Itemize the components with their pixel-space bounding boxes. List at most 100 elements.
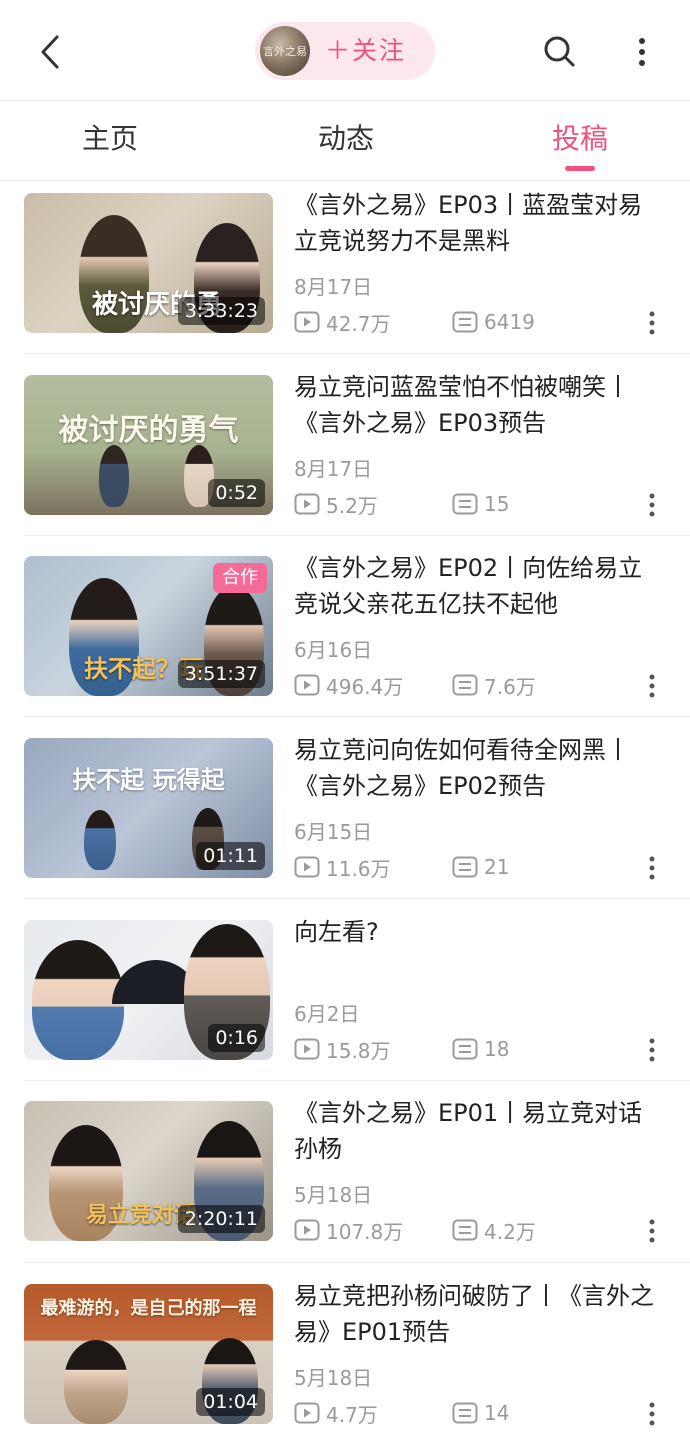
list-divider (24, 716, 690, 717)
comment-icon (452, 856, 478, 878)
more-vertical-icon (649, 674, 655, 698)
tab-dynamics[interactable]: 动态 (314, 117, 378, 161)
comment-count: 7.6万 (452, 671, 536, 699)
search-button[interactable] (538, 30, 582, 74)
video-thumbnail[interactable]: 扶不起 玩得起 01:11 (24, 738, 273, 878)
video-duration: 0:16 (208, 1024, 265, 1052)
more-vertical-icon (649, 1402, 655, 1426)
more-vertical-icon (649, 311, 655, 335)
item-more-button[interactable] (642, 309, 662, 337)
item-more-button[interactable] (642, 672, 662, 700)
search-icon (544, 36, 575, 67)
list-divider (24, 898, 690, 899)
list-divider (24, 353, 690, 354)
play-count-icon (294, 1219, 320, 1241)
view-count-value: 15.8万 (326, 1038, 391, 1063)
play-count-icon (294, 1038, 320, 1060)
video-item[interactable]: 扶不起 玩得起 01:11 易立竞问向佐如何看待全网黑丨《言外之易》EP02预告… (0, 736, 690, 920)
video-thumbnail[interactable]: 被讨厌的勇 3:33:23 (24, 193, 273, 333)
view-count-value: 11.6万 (326, 856, 391, 881)
video-title[interactable]: 《言外之易》EP03丨蓝盈莹对易立竞说努力不是黑料 (294, 187, 664, 259)
list-divider (24, 535, 690, 536)
video-duration: 3:51:37 (177, 660, 265, 688)
video-item[interactable]: 0:16 向左看? 6月2日 15.8万 18 (0, 918, 690, 1102)
item-more-button[interactable] (642, 1217, 662, 1245)
video-title[interactable]: 易立竞问向佐如何看待全网黑丨《言外之易》EP02预告 (294, 732, 664, 804)
view-count: 107.8万 (294, 1216, 403, 1244)
view-count: 42.7万 (294, 308, 391, 336)
video-thumbnail[interactable]: 易立竞对话 2:20:11 (24, 1101, 273, 1241)
video-date: 6月2日 (294, 1002, 360, 1026)
video-thumbnail[interactable]: 被讨厌的勇气 0:52 (24, 375, 273, 515)
video-date: 6月16日 (294, 638, 373, 662)
video-title[interactable]: 向左看? (294, 914, 664, 950)
play-count-icon (294, 856, 320, 878)
comment-icon (452, 311, 478, 333)
video-item[interactable]: 被讨厌的勇气 0:52 易立竞问蓝盈莹怕不怕被嘲笑丨《言外之易》EP03预告 8… (0, 373, 690, 557)
view-count: 11.6万 (294, 853, 391, 881)
tab-home[interactable]: 主页 (78, 117, 142, 161)
comment-icon (452, 1038, 478, 1060)
comment-count: 14 (452, 1399, 509, 1427)
more-options-button[interactable] (626, 30, 658, 74)
comment-count: 6419 (452, 308, 535, 336)
video-thumbnail[interactable]: 最难游的，是自己的那一程 01:04 (24, 1284, 273, 1424)
comment-icon (452, 493, 478, 515)
comment-count: 21 (452, 853, 509, 881)
video-item[interactable]: 易立竞对话 2:20:11 《言外之易》EP01丨易立竞对话孙杨 5月18日 1… (0, 1099, 690, 1283)
comment-count-value: 7.6万 (484, 674, 536, 699)
video-title[interactable]: 易立竞问蓝盈莹怕不怕被嘲笑丨《言外之易》EP03预告 (294, 369, 664, 441)
video-thumbnail[interactable]: 0:16 (24, 920, 273, 1060)
video-duration: 3:33:23 (177, 297, 265, 325)
cooperation-badge: 合作 (213, 563, 267, 593)
comment-icon (452, 1402, 478, 1424)
comment-count-value: 15 (484, 492, 510, 516)
comment-count: 4.2万 (452, 1216, 536, 1244)
item-more-button[interactable] (642, 1400, 662, 1428)
comment-icon (452, 674, 478, 696)
person-left (32, 940, 124, 1060)
video-item[interactable]: 最难游的，是自己的那一程 01:04 易立竞把孙杨问破防了丨《言外之易》EP01… (0, 1282, 690, 1448)
person-left (99, 445, 129, 507)
thumbnail-text: 扶不起 玩得起 (72, 765, 225, 794)
video-date: 8月17日 (294, 457, 373, 481)
item-more-button[interactable] (642, 491, 662, 519)
video-item[interactable]: 被讨厌的勇 3:33:23 《言外之易》EP03丨蓝盈莹对易立竞说努力不是黑料 … (0, 191, 690, 375)
item-more-button[interactable] (642, 854, 662, 882)
thumbnail-text: 被讨厌的勇气 (58, 413, 239, 448)
comment-count-value: 21 (484, 855, 510, 879)
comment-count-value: 18 (484, 1037, 510, 1061)
view-count-value: 5.2万 (326, 493, 378, 518)
list-divider (24, 1262, 690, 1263)
follow-button[interactable]: 言外之易 ＋关注 (255, 22, 435, 80)
video-title[interactable]: 《言外之易》EP02丨向佐给易立竞说父亲花五亿扶不起他 (294, 550, 664, 622)
view-count-value: 4.7万 (326, 1402, 378, 1427)
more-vertical-icon (639, 38, 645, 66)
video-duration: 01:04 (196, 1388, 265, 1416)
video-thumbnail[interactable]: 扶不起？玩 合作 3:51:37 (24, 556, 273, 696)
video-duration: 0:52 (208, 479, 265, 507)
play-count-icon (294, 493, 320, 515)
view-count-value: 496.4万 (326, 674, 404, 699)
avatar[interactable]: 言外之易 (260, 26, 310, 76)
tab-bar: 主页 动态 投稿 (0, 101, 690, 181)
comment-count-value: 14 (484, 1401, 510, 1425)
video-title[interactable]: 《言外之易》EP01丨易立竞对话孙杨 (294, 1095, 664, 1167)
view-count-value: 107.8万 (326, 1219, 404, 1244)
play-count-icon (294, 1402, 320, 1424)
back-button[interactable] (30, 30, 70, 74)
video-item[interactable]: 扶不起？玩 合作 3:51:37 《言外之易》EP02丨向佐给易立竞说父亲花五亿… (0, 554, 690, 738)
avatar-text: 言外之易 (263, 45, 307, 58)
view-count-value: 42.7万 (326, 311, 391, 336)
video-duration: 2:20:11 (177, 1205, 265, 1233)
view-count: 15.8万 (294, 1035, 391, 1063)
view-count: 5.2万 (294, 490, 378, 518)
more-vertical-icon (649, 856, 655, 880)
person-left (84, 810, 116, 870)
tab-posts[interactable]: 投稿 (548, 117, 612, 161)
chevron-left-icon (41, 35, 59, 69)
top-bar: 言外之易 ＋关注 (0, 0, 690, 100)
video-title[interactable]: 易立竞把孙杨问破防了丨《言外之易》EP01预告 (294, 1278, 664, 1350)
comment-count: 18 (452, 1035, 509, 1063)
item-more-button[interactable] (642, 1036, 662, 1064)
